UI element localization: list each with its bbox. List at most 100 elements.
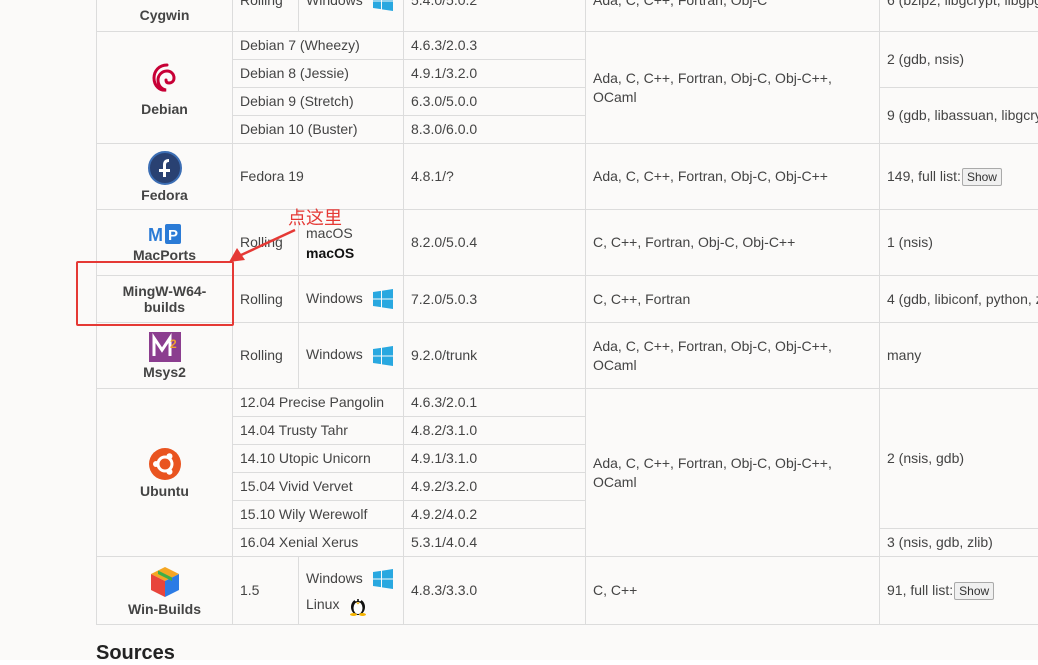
languages-text: C, C++, Fortran, Obj-C, Obj-C++ (593, 234, 795, 250)
languages-cell: Ada, C, C++, Fortran, Obj-C, Obj-C++, OC… (586, 389, 880, 557)
extras-cell: 1 (nsis) (880, 210, 1038, 276)
distro-link-fedora[interactable]: Fedora (104, 187, 225, 203)
gcc-cell: 4.9.2/3.2.0 (404, 473, 586, 501)
table-row: Debian Debian 7 (Wheezy) 4.6.3/2.0.3 Ada… (97, 32, 1038, 60)
table-row: 2 Msys2 Rolling Windows 9.2.0/trunk Ada,… (97, 323, 1038, 389)
gcc-version: 4.8.1/? (411, 168, 454, 184)
extras-cell: 149, full list:Show (880, 144, 1038, 210)
languages-text: Ada, C, C++, Fortran, Obj-C, Obj-C++, OC… (593, 70, 832, 105)
version-cell: Rolling (233, 0, 299, 32)
distro-cell: Ubuntu (97, 389, 233, 557)
version-text: Rolling (240, 347, 283, 363)
version-cell: 1.5 (233, 557, 299, 625)
version-text: 15.04 Vivid Vervet (240, 478, 353, 494)
version-cell: 14.10 Utopic Unicorn (233, 445, 404, 473)
distro-cell: Win-Builds (97, 557, 233, 625)
distro-cell: Fedora (97, 144, 233, 210)
distro-cell: M P MacPorts (97, 210, 233, 276)
languages-cell: Ada, C, C++, Fortran, Obj-C (586, 0, 880, 32)
version-cell: 12.04 Precise Pangolin (233, 389, 404, 417)
os-row: Windows (306, 565, 396, 591)
gcc-cell: 9.2.0/trunk (404, 323, 586, 389)
languages-cell: Ada, C, C++, Fortran, Obj-C, Obj-C++ (586, 144, 880, 210)
languages-cell: C, C++, Fortran (586, 276, 880, 323)
languages-text: Ada, C, C++, Fortran, Obj-C, Obj-C++ (593, 168, 828, 184)
distro-cell: 2 Msys2 (97, 323, 233, 389)
gcc-version: 4.9.2/4.0.2 (411, 506, 477, 522)
version-text: 1.5 (240, 582, 259, 598)
extras-text: 2 (nsis, gdb) (887, 450, 964, 466)
distro-link-msys2[interactable]: Msys2 (104, 364, 225, 380)
windows-icon (373, 569, 393, 589)
extras-text: 149, full list: (887, 168, 961, 184)
table-row: Debian 9 (Stretch) 6.3.0/5.0.0 9 (gdb, l… (97, 88, 1038, 116)
version-cell: Debian 9 (Stretch) (233, 88, 404, 116)
os-cell: Windows (299, 323, 404, 389)
tux-icon (349, 594, 367, 616)
os-row: Linux (306, 591, 396, 617)
languages-text: C, C++, Fortran (593, 291, 690, 307)
gcc-cell: 8.3.0/6.0.0 (404, 116, 586, 144)
gcc-cell: 4.9.1/3.2.0 (404, 60, 586, 88)
version-text: 16.04 Xenial Xerus (240, 534, 358, 550)
windows-icon (373, 289, 393, 309)
version-cell: Rolling (233, 276, 299, 323)
gcc-version: 4.8.2/3.1.0 (411, 422, 477, 438)
languages-cell: C, C++, Fortran, Obj-C, Obj-C++ (586, 210, 880, 276)
extras-text: 4 (gdb, libiconf, python, zlib) (887, 291, 1038, 307)
version-text: 15.10 Wily Werewolf (240, 506, 367, 522)
extras-text: 3 (nsis, gdb, zlib) (887, 534, 993, 550)
gcc-version: 5.3.1/4.0.4 (411, 534, 477, 550)
distro-cell: MingW-W64-builds (97, 276, 233, 323)
gcc-version: 4.9.1/3.2.0 (411, 65, 477, 81)
distro-cell: Debian (97, 32, 233, 144)
version-text: Debian 10 (Buster) (240, 121, 358, 137)
version-cell: Debian 10 (Buster) (233, 116, 404, 144)
version-cell: Debian 8 (Jessie) (233, 60, 404, 88)
extras-text: 1 (nsis) (887, 234, 933, 250)
distro-link-ubuntu[interactable]: Ubuntu (104, 483, 225, 499)
gcc-cell: 4.9.1/3.1.0 (404, 445, 586, 473)
extras-cell: 6 (bzip2, libgcrypt, libgpg-error, miniz… (880, 0, 1038, 32)
os-text: Windows (306, 570, 363, 586)
extras-text: 6 (bzip2, libgcrypt, libgpg-error, miniz… (887, 0, 1038, 8)
gcc-version: 5.4.0/5.0.2 (411, 0, 477, 8)
languages-text: C, C++ (593, 582, 637, 598)
windows-icon (373, 0, 393, 11)
distro-table: Cygwin Rolling Windows 5.4.0/5.0.2 Ada, … (96, 0, 1038, 625)
extras-cell: many (880, 323, 1038, 389)
version-cell: Rolling (233, 323, 299, 389)
os-cell: Windows Linux (299, 557, 404, 625)
languages-text: Ada, C, C++, Fortran, Obj-C, Obj-C++, OC… (593, 455, 832, 490)
os-cell: Windows (299, 276, 404, 323)
distro-link-macports[interactable]: MacPorts (104, 247, 225, 263)
distro-link-debian[interactable]: Debian (104, 101, 225, 117)
version-text: 14.10 Utopic Unicorn (240, 450, 371, 466)
gcc-cell: 4.8.3/3.3.0 (404, 557, 586, 625)
ubuntu-logo (148, 447, 182, 481)
show-full-list-button[interactable]: Show (954, 582, 994, 600)
version-cell: Fedora 19 (233, 144, 404, 210)
distro-link-cygwin[interactable]: Cygwin (104, 7, 225, 23)
msys2-logo: 2 (149, 332, 181, 362)
distro-link-mingw-w64-builds[interactable]: MingW-W64-builds (104, 283, 225, 315)
gcc-cell: 5.4.0/5.0.2 (404, 0, 586, 32)
version-text: Rolling (240, 0, 283, 8)
sources-heading: Sources (96, 642, 175, 665)
gcc-cell: 5.3.1/4.0.4 (404, 529, 586, 557)
version-cell: 14.04 Trusty Tahr (233, 417, 404, 445)
distro-cell: Cygwin (97, 0, 233, 32)
gcc-cell: 7.2.0/5.0.3 (404, 276, 586, 323)
os-text: Windows (306, 0, 363, 8)
distro-link-win-builds[interactable]: Win-Builds (104, 601, 225, 617)
debian-logo (148, 59, 182, 99)
gcc-version: 8.3.0/6.0.0 (411, 121, 477, 137)
table-row: 16.04 Xenial Xerus 5.3.1/4.0.4 3 (nsis, … (97, 529, 1038, 557)
table-row: Win-Builds 1.5 Windows Linux (97, 557, 1038, 625)
languages-cell: C, C++ (586, 557, 880, 625)
gcc-cell: 4.6.3/2.0.3 (404, 32, 586, 60)
macports-logo: M P (148, 223, 182, 245)
show-full-list-button[interactable]: Show (962, 168, 1002, 186)
extras-cell: 2 (nsis, gdb) (880, 389, 1038, 529)
version-text: 12.04 Precise Pangolin (240, 394, 384, 410)
